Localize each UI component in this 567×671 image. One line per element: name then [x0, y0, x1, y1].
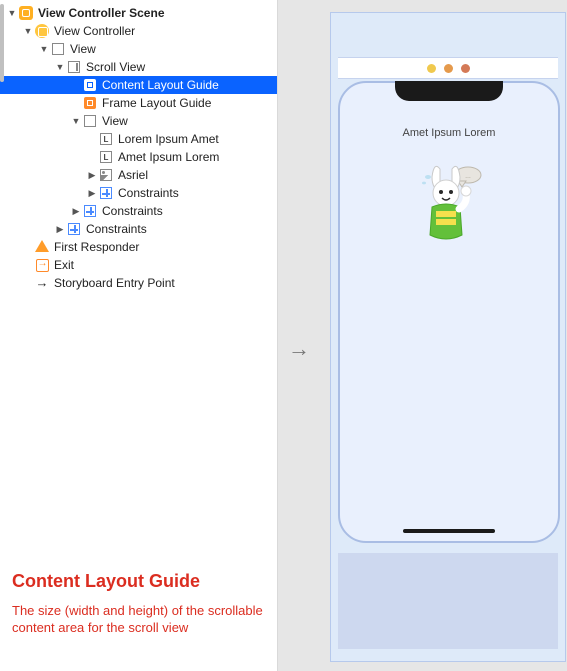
row-label: Scroll View — [86, 60, 145, 74]
content-layout-guide-row[interactable]: Content Layout Guide — [0, 76, 277, 94]
storyboard-entry-arrow-icon: → — [288, 336, 310, 362]
row-label: View — [102, 114, 128, 128]
row-label: Constraints — [118, 186, 179, 200]
label-row-2[interactable]: L Amet Ipsum Lorem — [0, 148, 277, 166]
home-indicator — [403, 529, 495, 533]
inner-view-row[interactable]: ▼ View — [0, 112, 277, 130]
entry-point-row[interactable]: → Storyboard Entry Point — [0, 274, 277, 292]
exit-dock-icon[interactable] — [461, 64, 470, 73]
row-label: Storyboard Entry Point — [54, 276, 175, 290]
frame-layout-guide-row[interactable]: Frame Layout Guide — [0, 94, 277, 112]
preview-label[interactable]: Amet Ipsum Lorem — [340, 127, 558, 139]
view-controller-icon — [34, 23, 50, 39]
disclosure-icon[interactable]: ▶ — [86, 188, 98, 199]
first-responder-row[interactable]: First Responder — [0, 238, 277, 256]
constraints-root-row[interactable]: ▶ Constraints — [0, 220, 277, 238]
view-icon — [82, 113, 98, 129]
disclosure-icon[interactable]: ▶ — [70, 206, 82, 217]
constraints-icon — [66, 221, 82, 237]
row-label: Asriel — [118, 168, 148, 182]
disclosure-icon[interactable]: ▼ — [38, 44, 50, 54]
outline-tree: ▼ View Controller Scene ▼ View Controlle… — [0, 0, 277, 292]
vc-dock-icon[interactable] — [427, 64, 436, 73]
disclosure-icon[interactable]: ▼ — [6, 8, 18, 18]
label-icon: L — [98, 131, 114, 147]
layout-guide-icon — [82, 77, 98, 93]
device-frame[interactable]: Amet Ipsum Lorem … — [338, 81, 560, 543]
label-row-1[interactable]: L Lorem Ipsum Amet — [0, 130, 277, 148]
device-notch — [395, 81, 503, 101]
first-responder-dock-icon[interactable] — [444, 64, 453, 73]
row-label: Constraints — [86, 222, 147, 236]
exit-row[interactable]: Exit — [0, 256, 277, 274]
constraints-icon — [98, 185, 114, 201]
scene-icon — [18, 5, 34, 21]
exit-icon — [34, 257, 50, 273]
constraints-icon — [82, 203, 98, 219]
annotation-description: The size (width and height) of the scrol… — [12, 602, 265, 637]
scene-row[interactable]: ▼ View Controller Scene — [0, 4, 277, 22]
scene-label: View Controller Scene — [38, 6, 165, 20]
outline-scrollbar[interactable] — [0, 0, 4, 671]
annotation-title: Content Layout Guide — [12, 571, 265, 592]
preview-image-view[interactable]: … — [412, 163, 486, 249]
interface-builder-canvas[interactable]: → Amet Ipsum Lorem … — [278, 0, 567, 671]
disclosure-icon[interactable]: ▶ — [86, 170, 98, 181]
row-label: View Controller — [54, 24, 135, 38]
view-controller-row[interactable]: ▼ View Controller — [0, 22, 277, 40]
first-responder-icon — [34, 239, 50, 255]
row-label: First Responder — [54, 240, 139, 254]
disclosure-icon[interactable]: ▶ — [54, 224, 66, 235]
constraints-inner-row[interactable]: ▶ Constraints — [0, 184, 277, 202]
row-label: Frame Layout Guide — [102, 96, 211, 110]
scene-title-bar[interactable] — [338, 57, 558, 79]
asriel-image-icon: … — [412, 163, 486, 249]
imageview-row[interactable]: ▶ Asriel — [0, 166, 277, 184]
row-label: Exit — [54, 258, 74, 272]
row-label: Lorem Ipsum Amet — [118, 132, 219, 146]
scene-container[interactable]: Amet Ipsum Lorem … — [330, 12, 566, 662]
disclosure-icon[interactable]: ▼ — [70, 116, 82, 126]
disclosure-icon[interactable]: ▼ — [54, 62, 66, 72]
row-label: Content Layout Guide — [102, 78, 219, 92]
view-row[interactable]: ▼ View — [0, 40, 277, 58]
row-label: Amet Ipsum Lorem — [118, 150, 219, 164]
label-icon: L — [98, 149, 114, 165]
scroll-view-row[interactable]: ▼ Scroll View — [0, 58, 277, 76]
row-label: View — [70, 42, 96, 56]
annotation-callout: Content Layout Guide The size (width and… — [12, 571, 265, 637]
image-view-icon — [98, 167, 114, 183]
document-outline-panel: ▼ View Controller Scene ▼ View Controlle… — [0, 0, 278, 671]
scene-overflow-area — [338, 553, 558, 649]
constraints-scroll-row[interactable]: ▶ Constraints — [0, 202, 277, 220]
view-icon — [50, 41, 66, 57]
row-label: Constraints — [102, 204, 163, 218]
entry-arrow-icon: → — [34, 274, 50, 290]
disclosure-icon[interactable]: ▼ — [22, 26, 34, 36]
layout-guide-icon — [82, 95, 98, 111]
scroll-view-icon — [66, 59, 82, 75]
svg-text:…: … — [465, 174, 471, 180]
